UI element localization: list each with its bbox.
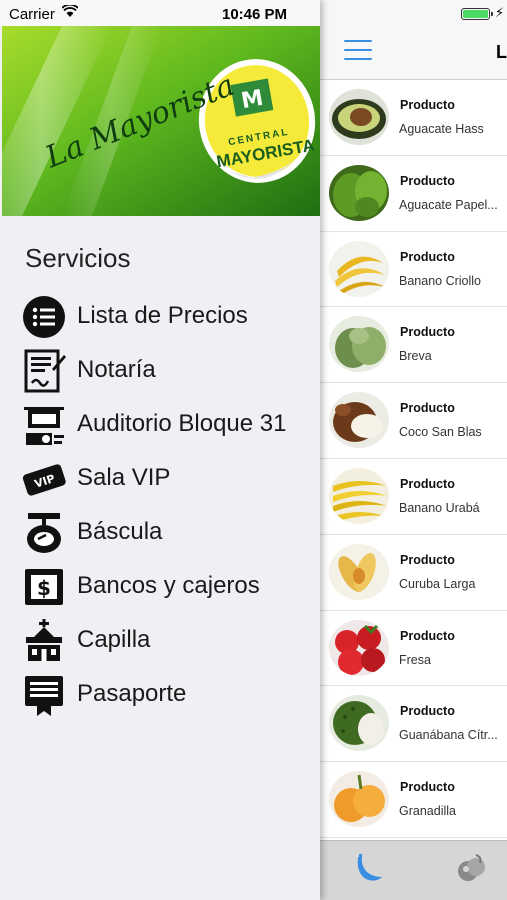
product-name: Aguacate Hass [399,122,484,136]
product-thumbnail [329,619,389,676]
product-row[interactable]: Producto Aguacate Papel... [320,156,507,232]
menu-item-bancos-y-cajeros[interactable]: $ Bancos y cajeros [0,559,320,613]
product-name: Fresa [399,652,431,667]
product-row[interactable]: Producto Banano Criollo [320,232,507,308]
product-thumbnail [329,164,389,221]
section-title: Servicios [25,243,131,273]
product-thumbnail [329,392,389,449]
product-row[interactable]: Producto Curuba Larga [320,535,507,611]
document-sign-icon [22,349,66,393]
atm-dollar-icon: $ [22,565,66,609]
menu-toggle-icon[interactable] [344,40,372,60]
menu-item-capilla[interactable]: Capilla [0,613,320,667]
clock: 10:46 PM [222,6,288,23]
product-thumbnail [329,695,389,752]
battery-icon [461,8,493,20]
menu-item-auditorio-bloque-31[interactable]: Auditorio Bloque 31 [0,397,320,451]
product-name: Guanábana Cítr... [399,728,498,743]
product-row[interactable]: Producto Banano Urabá [320,459,507,535]
product-thumbnail [329,771,389,828]
product-kind: Producto [400,325,455,340]
product-name: Banano Urabá [399,500,480,515]
carrier-label: Carrier [9,6,55,23]
product-kind: Producto [400,704,455,719]
product-thumbnail [329,240,389,297]
product-row[interactable]: Producto Fresa [320,611,507,687]
menu-item-sala-vip[interactable]: VIP Sala VIP [0,451,320,505]
product-list-screen: ⚡ L Producto Aguacate Hass Producto Agua… [320,0,507,900]
side-menu-drawer: Carrier 10:46 PM M La Mayorista CENTRAL … [0,0,320,900]
menu-item-notaria[interactable]: Notaría [0,343,320,397]
product-name: Aguacate Papel... [399,197,498,212]
product-row[interactable]: Producto Coco San Blas [320,383,507,459]
menu-item-bascula[interactable]: Báscula [0,505,320,559]
svg-text:$: $ [37,576,51,600]
product-name: Curuba Larga [399,576,476,591]
tab-bar [320,840,507,900]
projector-icon [22,403,66,447]
product-row[interactable]: Producto Aguacate Hass [320,80,507,156]
menu-item-label: Auditorio Bloque 31 [77,410,287,437]
product-thumbnail [329,543,389,600]
navigation-bar: L [320,26,507,80]
product-name: Banano Criollo [399,273,481,288]
product-row[interactable]: Producto Granadilla [320,762,507,838]
svg-text:M: M [239,86,265,114]
menu-item-label: Capilla [77,626,151,653]
product-kind: Producto [400,401,455,416]
status-bar-right: ⚡ [320,0,507,26]
product-kind: Producto [400,476,455,491]
menu-item-lista-de-precios[interactable]: Lista de Precios [0,289,320,343]
menu-item-pasaporte[interactable]: Pasaporte [0,667,320,721]
product-kind: Producto [400,552,455,567]
product-name: Granadilla [399,804,456,819]
menu-item-label: Báscula [77,518,163,545]
menu-item-label: Sala VIP [77,464,171,491]
product-thumbnail [329,316,389,373]
product-kind: Producto [400,628,455,643]
services-menu: Lista de Precios Notaría Auditorio Bloqu… [0,289,320,721]
fruit-icon[interactable] [454,851,488,885]
header-banner: M La Mayorista CENTRAL MAYORISTA [2,26,320,216]
list-icon [22,295,66,339]
vip-ticket-icon: VIP [22,457,66,501]
wifi-icon [61,3,79,23]
menu-item-label: Notaría [77,356,156,383]
banana-icon[interactable] [352,851,386,885]
product-name: Coco San Blas [399,425,482,440]
product-list: Producto Aguacate Hass Producto Aguacate… [320,80,507,838]
menu-item-label: Pasaporte [77,680,187,707]
product-row[interactable]: Producto Guanábana Cítr... [320,686,507,763]
menu-item-label: Bancos y cajeros [77,572,260,599]
passport-icon [22,673,66,717]
product-thumbnail [329,467,389,524]
product-kind: Producto [400,780,455,795]
product-kind: Producto [400,249,455,264]
product-thumbnail [329,89,389,145]
product-name: Breva [399,349,432,364]
status-bar: Carrier 10:46 PM [0,0,320,26]
chapel-icon [22,619,66,663]
menu-item-label: Lista de Precios [77,302,248,329]
scale-icon [22,511,66,555]
product-kind: Producto [400,173,455,188]
product-kind: Producto [400,98,455,112]
product-row[interactable]: Producto Breva [320,307,507,384]
charging-icon: ⚡ [495,5,505,20]
nav-title: L [496,42,507,62]
